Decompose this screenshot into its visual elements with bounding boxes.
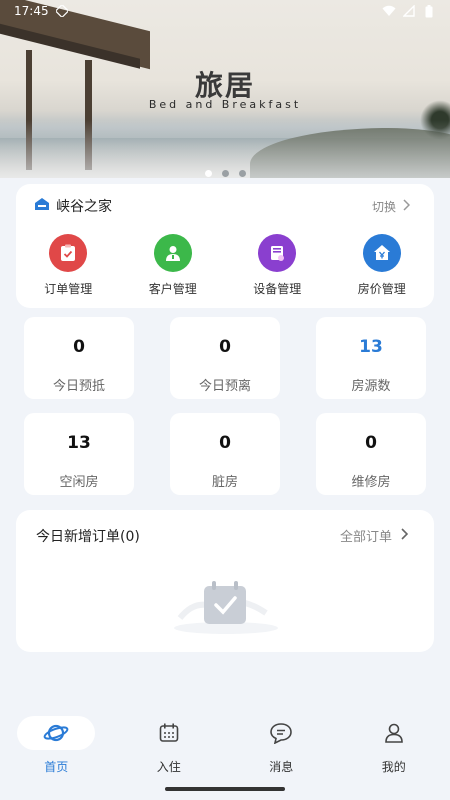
nav-label-checkin: 入住 bbox=[156, 760, 181, 774]
hotel-name: 峡谷之家 bbox=[56, 199, 112, 215]
menu-item-prices[interactable]: 房价管理 bbox=[330, 234, 435, 297]
home-icon bbox=[34, 197, 50, 215]
stat-arrivals[interactable]: 0 今日预抵 bbox=[24, 317, 134, 399]
stat-label: 维修房 bbox=[351, 475, 391, 490]
menu-item-devices[interactable]: 设备管理 bbox=[225, 234, 330, 297]
battery-icon bbox=[422, 4, 436, 18]
planet-home-icon bbox=[17, 716, 96, 750]
carousel-dot[interactable] bbox=[221, 170, 229, 177]
wifi-icon bbox=[382, 4, 396, 18]
all-orders-label: 全部订单 bbox=[339, 530, 392, 545]
stat-maintenance[interactable]: 0 维修房 bbox=[316, 413, 426, 495]
signal-icon bbox=[402, 4, 416, 18]
stat-value: 13 bbox=[359, 337, 383, 357]
notification-icon bbox=[55, 4, 69, 18]
stat-vacant[interactable]: 13 空闲房 bbox=[24, 413, 134, 495]
status-time: 17:45 bbox=[14, 4, 49, 18]
new-orders-card: 今日新增订单(0) 全部订单 bbox=[16, 510, 434, 652]
brand-subtitle: Bed and Breakfast bbox=[148, 98, 302, 111]
stat-label: 空闲房 bbox=[59, 475, 99, 490]
carousel-dot[interactable] bbox=[238, 170, 246, 177]
home-indicator[interactable] bbox=[165, 787, 285, 791]
calendar-icon bbox=[130, 716, 208, 750]
quick-menu: 订单管理 客户管理 设备管理 房价管理 bbox=[16, 234, 434, 297]
menu-item-orders[interactable]: 订单管理 bbox=[16, 234, 121, 297]
switch-label: 切换 bbox=[371, 200, 396, 214]
house-price-icon bbox=[362, 234, 401, 272]
nav-label-home: 首页 bbox=[44, 760, 69, 774]
hotel-card: 峡谷之家 切换 订单管理 客户管理 设备管理 房价管理 bbox=[16, 184, 434, 308]
stat-rooms-total[interactable]: 13 房源数 bbox=[316, 317, 426, 399]
chevron-right-icon bbox=[402, 199, 411, 214]
device-icon bbox=[258, 234, 297, 272]
order-clipboard-icon bbox=[49, 234, 88, 272]
nav-profile[interactable]: 我的 bbox=[338, 710, 450, 800]
menu-label-customers: 客户管理 bbox=[148, 282, 197, 296]
stat-value: 0 bbox=[365, 433, 377, 453]
hero-banner[interactable]: 旅居 Bed and Breakfast bbox=[0, 0, 450, 178]
stat-value: 0 bbox=[219, 337, 231, 357]
stat-label: 今日预抵 bbox=[52, 379, 105, 394]
stat-label: 今日预离 bbox=[198, 379, 251, 394]
all-orders-link[interactable]: 全部订单 bbox=[339, 526, 409, 545]
stat-value: 0 bbox=[219, 433, 231, 453]
menu-item-customers[interactable]: 客户管理 bbox=[121, 234, 226, 297]
empty-state-illustration bbox=[166, 568, 286, 638]
carousel-dot[interactable] bbox=[204, 170, 212, 177]
status-bar: 17:45 bbox=[0, 0, 450, 22]
nav-home[interactable]: 首页 bbox=[0, 710, 113, 800]
nav-label-messages: 消息 bbox=[269, 760, 294, 774]
hotel-header[interactable]: 峡谷之家 bbox=[34, 196, 112, 216]
chevron-right-icon bbox=[400, 527, 409, 544]
stat-value: 13 bbox=[67, 433, 91, 453]
menu-label-devices: 设备管理 bbox=[253, 282, 302, 296]
carousel-dots bbox=[0, 162, 450, 178]
menu-label-orders: 订单管理 bbox=[44, 282, 93, 296]
message-bubble-icon bbox=[242, 716, 320, 750]
user-profile-icon bbox=[355, 716, 433, 750]
stat-dirty[interactable]: 0 脏房 bbox=[170, 413, 280, 495]
stat-departures[interactable]: 0 今日预离 bbox=[170, 317, 280, 399]
menu-label-prices: 房价管理 bbox=[357, 282, 406, 296]
stat-label: 房源数 bbox=[351, 379, 391, 394]
switch-hotel-button[interactable]: 切换 bbox=[371, 198, 411, 215]
stat-label: 脏房 bbox=[211, 475, 238, 490]
orders-title: 今日新增订单(0) bbox=[36, 529, 140, 545]
stat-value: 0 bbox=[73, 337, 85, 357]
customer-person-icon bbox=[153, 234, 192, 272]
nav-label-profile: 我的 bbox=[381, 760, 406, 774]
